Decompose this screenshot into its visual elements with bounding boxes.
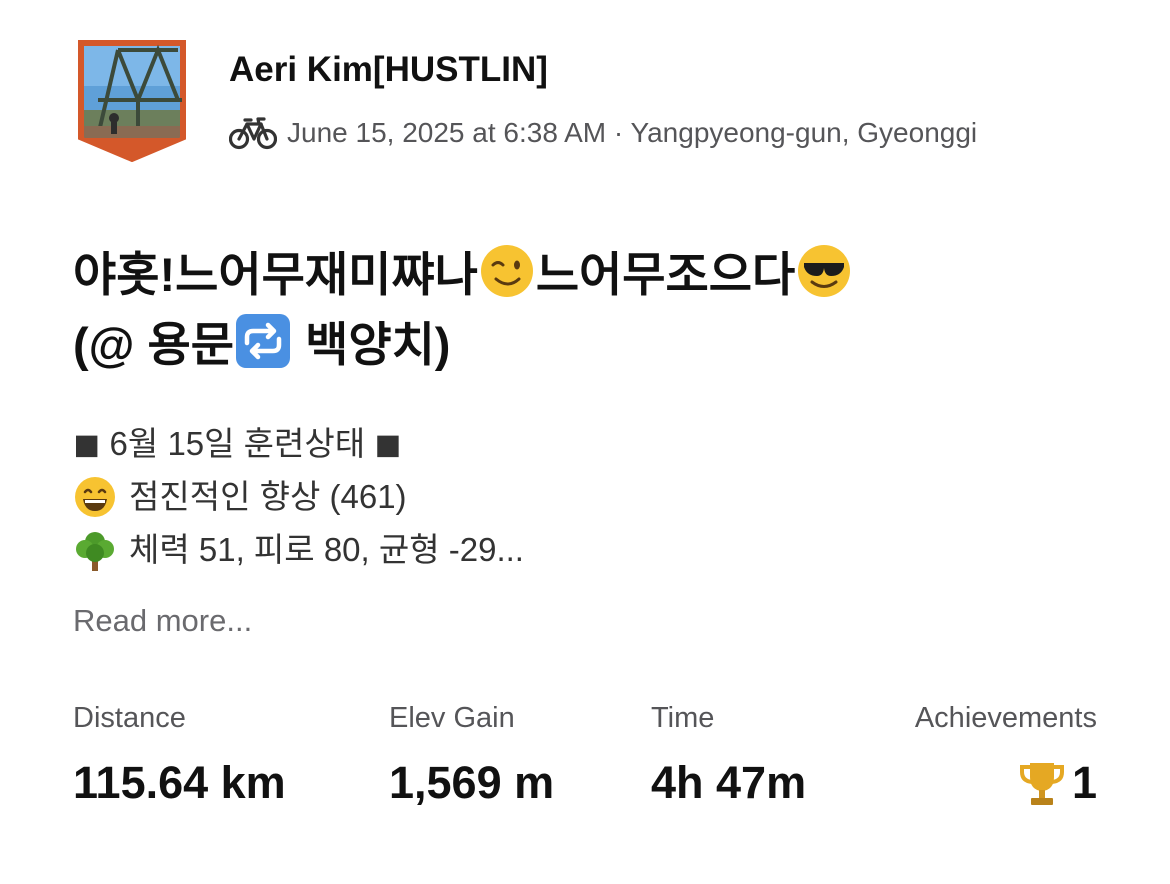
tree-emoji bbox=[76, 531, 114, 571]
repeat-arrows-emoji bbox=[236, 314, 291, 368]
stat-distance: Distance 115.64 km bbox=[73, 698, 286, 813]
stat-time: Time 4h 47m bbox=[651, 698, 806, 813]
activity-meta: June 15, 2025 at 6:38 AM · Yangpyeong-gu… bbox=[229, 113, 977, 153]
description-line-2-text: 점진적인 향상 (461) bbox=[129, 478, 407, 515]
activity-title[interactable]: 야홋!느어무재미쨔나 느어무조으다 (@ 용문 백양치) bbox=[73, 240, 1123, 380]
title-text-4: 백양치) bbox=[292, 318, 451, 371]
stat-time-label: Time bbox=[651, 702, 715, 734]
description-line-3-text: 체력 51, 피로 80, 균형 -29... bbox=[129, 531, 524, 568]
description-line-3: 체력 51, 피로 80, 균형 -29... bbox=[73, 523, 524, 576]
stat-achievements[interactable]: Achievements 1 bbox=[915, 698, 1097, 813]
title-text-3: (@ 용문 bbox=[73, 318, 235, 371]
title-text-2: 느어무조으다 bbox=[535, 248, 796, 301]
description-line-1: ◼ 6월 15일 훈련상태 ◼ bbox=[73, 425, 402, 462]
athlete-name[interactable]: Aeri Kim[HUSTLIN] bbox=[229, 50, 548, 90]
stat-time-value: 4h 47m bbox=[651, 757, 807, 808]
title-text-1: 야홋!느어무재미쨔나 bbox=[73, 248, 478, 301]
read-more-link[interactable]: Read more... bbox=[73, 603, 252, 639]
bike-icon bbox=[229, 117, 277, 150]
grinning-face-emoji bbox=[75, 476, 115, 517]
stat-elev-gain-value: 1,569 m bbox=[389, 757, 555, 808]
stat-distance-label: Distance bbox=[73, 702, 186, 734]
activity-datetime-location: June 15, 2025 at 6:38 AM · Yangpyeong-gu… bbox=[287, 117, 978, 148]
athlete-avatar[interactable] bbox=[78, 40, 186, 162]
activity-description: ◼ 6월 15일 훈련상태 ◼ 점진적인 향상 (461) 체력 51, 피로 … bbox=[73, 417, 524, 576]
stat-achievements-value: 1 bbox=[1071, 757, 1097, 808]
trophy-icon bbox=[1019, 763, 1064, 805]
winking-face-emoji bbox=[480, 245, 533, 297]
stat-achievements-label: Achievements bbox=[914, 702, 1097, 734]
stat-elev-gain: Elev Gain 1,569 m bbox=[389, 698, 554, 813]
stat-elev-gain-label: Elev Gain bbox=[389, 702, 515, 734]
description-line-2: 점진적인 향상 (461) bbox=[73, 470, 524, 523]
stat-achievements-value-row: 1 bbox=[915, 753, 1097, 813]
sunglasses-face-emoji bbox=[798, 245, 851, 297]
stat-distance-value: 115.64 km bbox=[73, 757, 286, 808]
